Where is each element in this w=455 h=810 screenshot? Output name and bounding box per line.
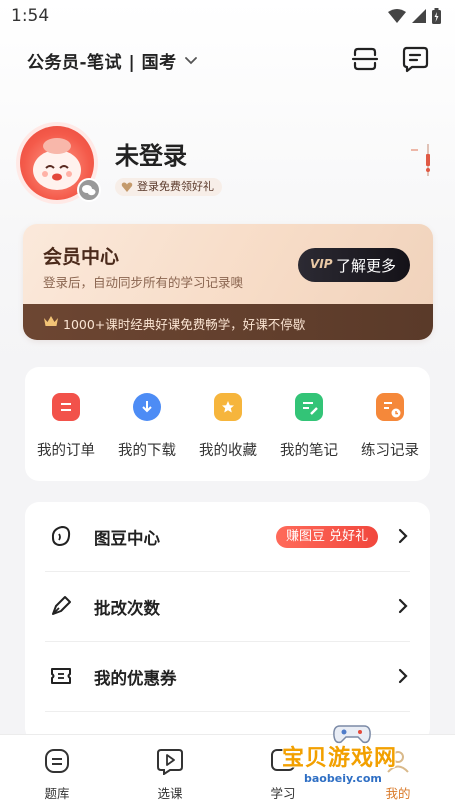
question-bank-icon [45, 749, 69, 773]
download-icon [133, 393, 161, 421]
practice-record-icon [376, 393, 404, 421]
nav-tab-label: 选课 [157, 786, 183, 801]
star-icon [214, 393, 242, 421]
quick-action-practice-records[interactable]: 练习记录 [354, 393, 426, 465]
chevron-right-icon [398, 598, 408, 614]
login-name[interactable]: 未登录 [115, 136, 187, 171]
message-icon [402, 46, 429, 73]
quick-action-label: 我的收藏 [199, 443, 257, 459]
vip-learn-more-button[interactable]: VIP 了解更多 [298, 248, 410, 282]
menu-item-tudou-center[interactable]: 图豆中心 赚图豆 兑好礼 [25, 502, 430, 571]
exam-title: 公务员-笔试 | 国考 [27, 53, 177, 73]
quick-action-label: 我的下载 [118, 443, 176, 459]
scan-button[interactable] [350, 44, 380, 74]
vip-subtitle: 登录后，自动同步所有的学习记录噢 [43, 275, 244, 290]
status-bar: 1:54 [0, 0, 455, 32]
nav-tab-label: 题库 [44, 786, 70, 801]
chevron-right-icon [398, 668, 408, 684]
quick-action-downloads[interactable]: 我的下载 [111, 393, 183, 465]
wechat-icon [82, 185, 96, 196]
pen-icon [52, 596, 71, 615]
decoration-icon [411, 144, 430, 176]
quick-action-label: 我的订单 [37, 443, 95, 459]
crown-icon [44, 316, 58, 326]
watermark-url: baobeiy.com [304, 772, 382, 785]
promo-badge: 赚图豆 兑好礼 [276, 526, 379, 548]
quick-actions-panel: 我的订单 我的下载 我的收藏 我的笔记 练习记录 [25, 367, 430, 481]
login-reward-tag[interactable]: 登录免费领好礼 [115, 178, 222, 196]
bean-icon [51, 525, 71, 547]
wechat-badge [77, 178, 101, 202]
quick-action-label: 练习记录 [361, 443, 419, 459]
watermark-text: 宝贝游戏网 [282, 746, 398, 771]
vip-button-label: 了解更多 [336, 257, 397, 275]
login-reward-text: 登录免费领好礼 [137, 180, 214, 193]
battery-icon [432, 8, 441, 24]
menu-item-grading-count[interactable]: 批改次数 [25, 572, 430, 641]
menu-panel: 图豆中心 赚图豆 兑好礼 批改次数 我的优惠券 [25, 502, 430, 742]
orders-icon [52, 393, 80, 421]
vip-title: 会员中心 [43, 246, 120, 268]
status-time: 1:54 [11, 6, 50, 26]
exam-selector[interactable]: 公务员-笔试 | 国考 [27, 48, 197, 73]
quick-action-notes[interactable]: 我的笔记 [273, 393, 345, 465]
wifi-icon [388, 9, 406, 23]
vip-strip-text: 1000+课时经典好课免费畅学，好课不停歇 [63, 317, 306, 332]
message-button[interactable] [400, 44, 430, 74]
status-icons [388, 8, 441, 24]
vip-logo: VIP [310, 257, 333, 271]
watermark-logo: 宝贝游戏网 baobeiy.com [282, 720, 452, 804]
divider [45, 711, 410, 712]
menu-item-label: 我的优惠券 [94, 669, 177, 688]
quick-action-orders[interactable]: 我的订单 [30, 393, 102, 465]
chevron-down-icon [184, 56, 197, 64]
scan-icon [351, 47, 379, 71]
play-course-icon [157, 749, 183, 775]
note-icon [295, 393, 323, 421]
coupon-icon [51, 668, 71, 684]
profile-section: 未登录 登录免费领好礼 [20, 126, 440, 206]
heart-icon [121, 182, 133, 192]
menu-item-coupons[interactable]: 我的优惠券 [25, 642, 430, 711]
nav-tab-courses[interactable]: 选课 [130, 743, 210, 803]
top-bar: 公务员-笔试 | 国考 [0, 40, 455, 80]
menu-item-label: 图豆中心 [94, 529, 160, 548]
vip-card[interactable]: 会员中心 登录后，自动同步所有的学习记录噢 VIP 了解更多 1000+课时经典… [23, 224, 433, 340]
signal-icon [412, 9, 426, 23]
quick-action-label: 我的笔记 [280, 443, 338, 459]
chevron-right-icon [398, 528, 408, 544]
nav-tab-question-bank[interactable]: 题库 [17, 743, 97, 803]
vip-benefit-strip[interactable]: 1000+课时经典好课免费畅学，好课不停歇 [23, 304, 433, 340]
quick-action-favorites[interactable]: 我的收藏 [192, 393, 264, 465]
menu-item-label: 批改次数 [94, 599, 160, 618]
